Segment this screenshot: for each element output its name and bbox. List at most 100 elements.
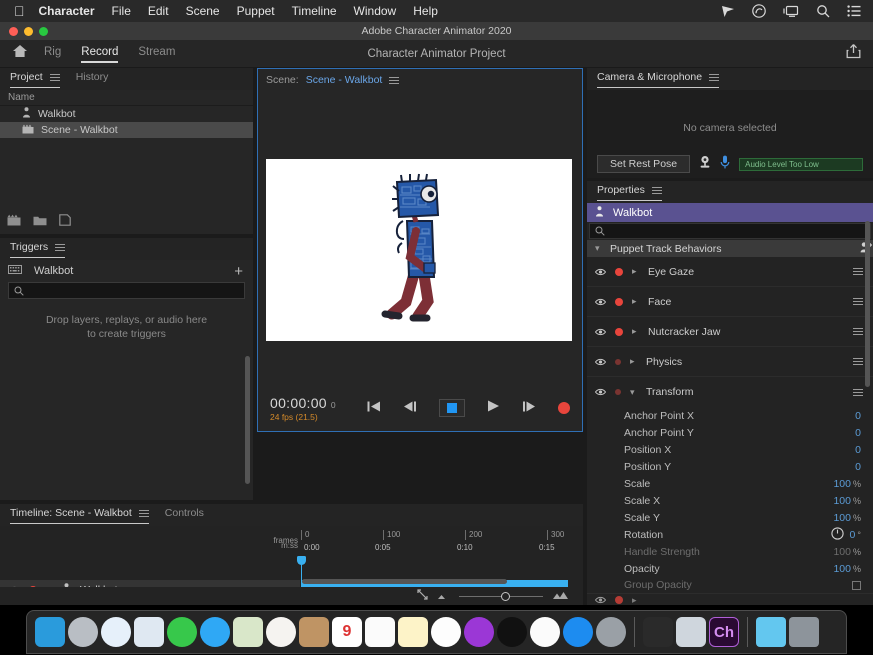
dock-item-downloads-folder[interactable] — [756, 617, 786, 647]
dock-item-image-capture[interactable] — [676, 617, 706, 647]
properties-search-input[interactable] — [589, 223, 871, 239]
dock-item-calendar[interactable]: 9 — [332, 617, 362, 647]
scene-name[interactable]: Scene - Walkbot — [306, 74, 383, 86]
zoom-in-icon[interactable] — [552, 587, 569, 605]
chevron-right-icon[interactable]: ▸ — [632, 595, 639, 606]
home-icon[interactable] — [12, 44, 28, 63]
menu-item-scene[interactable]: Scene — [186, 4, 220, 18]
project-row-walkbot[interactable]: Walkbot — [0, 106, 253, 122]
camera-icon[interactable] — [699, 155, 711, 173]
dock-item-messages[interactable] — [200, 617, 230, 647]
properties-selected-puppet[interactable]: Walkbot — [587, 203, 873, 222]
dock-item-photos[interactable] — [266, 617, 296, 647]
panel-menu-icon[interactable] — [709, 72, 719, 83]
tab-project[interactable]: Project — [10, 71, 60, 87]
behavior-menu-icon[interactable] — [853, 387, 863, 398]
property-value[interactable]: 0 — [855, 410, 861, 422]
dock-item-contacts[interactable] — [299, 617, 329, 647]
menu-item-puppet[interactable]: Puppet — [237, 4, 275, 18]
chevron-right-icon[interactable]: ▸ — [630, 356, 637, 367]
dock-item-maps[interactable] — [233, 617, 263, 647]
panel-menu-icon[interactable] — [389, 75, 399, 86]
property-row-position-y[interactable]: Position Y 0 — [587, 458, 873, 475]
chevron-right-icon[interactable]: ▸ — [632, 326, 639, 337]
record-button[interactable] — [558, 402, 570, 414]
timeline-horizontal-scrollbar[interactable] — [302, 579, 507, 584]
scene-canvas[interactable] — [266, 159, 572, 341]
step-back-button[interactable] — [403, 399, 417, 417]
dock-item-reminders[interactable] — [365, 617, 395, 647]
behavior-menu-icon[interactable] — [853, 266, 863, 277]
chevron-right-icon[interactable]: ▸ — [632, 296, 639, 307]
zoom-out-icon[interactable] — [437, 587, 450, 605]
fit-icon[interactable] — [417, 587, 428, 605]
menu-item-window[interactable]: Window — [354, 4, 397, 18]
eye-icon[interactable] — [595, 388, 606, 396]
go-to-start-button[interactable] — [367, 399, 381, 417]
dock-item-mail[interactable] — [134, 617, 164, 647]
property-value[interactable]: 0 — [850, 529, 856, 541]
arm-record-toggle[interactable] — [615, 328, 623, 336]
menu-item-edit[interactable]: Edit — [148, 4, 169, 18]
triggers-scrollbar[interactable] — [245, 356, 250, 484]
stop-button[interactable] — [439, 399, 465, 417]
behavior-menu-icon[interactable] — [853, 326, 863, 337]
tab-timeline[interactable]: Timeline: Scene - Walkbot — [10, 507, 149, 523]
timeline-zoom-slider[interactable] — [459, 596, 543, 597]
behavior-row-transform[interactable]: ▾ Transform — [587, 377, 873, 407]
dock-item-music[interactable] — [431, 617, 461, 647]
eye-icon[interactable] — [595, 596, 606, 604]
arm-record-toggle[interactable] — [615, 596, 623, 604]
menu-item-help[interactable]: Help — [413, 4, 438, 18]
tab-camera-microphone[interactable]: Camera & Microphone — [597, 71, 719, 87]
eye-icon[interactable] — [595, 358, 606, 366]
set-rest-pose-button[interactable]: Set Rest Pose — [597, 155, 690, 173]
behavior-row-nutcracker-jaw[interactable]: ▸ Nutcracker Jaw — [587, 317, 873, 347]
new-folder-icon[interactable] — [33, 213, 47, 231]
dock-item-launchpad[interactable] — [68, 617, 98, 647]
microphone-icon[interactable] — [720, 155, 730, 174]
property-value[interactable]: 100 — [833, 563, 851, 575]
tab-properties[interactable]: Properties — [597, 184, 662, 200]
property-row-position-x[interactable]: Position X 0 — [587, 441, 873, 458]
behavior-row-eye-gaze[interactable]: ▸ Eye Gaze — [587, 257, 873, 287]
property-value[interactable]: 100 — [833, 495, 851, 507]
dock-item-appstore[interactable] — [563, 617, 593, 647]
workspace-tab-record[interactable]: Record — [81, 46, 118, 61]
dock-item-safari[interactable] — [101, 617, 131, 647]
property-row-rotation[interactable]: Rotation 0 ° — [587, 526, 873, 543]
dock-item-finder[interactable] — [35, 617, 65, 647]
dock-item-character-animator[interactable]: Ch — [709, 617, 739, 647]
zoom-slider-knob[interactable] — [501, 592, 510, 601]
new-item-icon[interactable] — [59, 213, 71, 231]
chevron-down-icon[interactable]: ▾ — [630, 387, 637, 398]
share-icon[interactable] — [846, 43, 861, 64]
triggers-search-input[interactable] — [8, 282, 245, 299]
arm-record-toggle[interactable] — [615, 389, 621, 395]
new-scene-icon[interactable] — [7, 213, 21, 231]
panel-menu-icon[interactable] — [652, 185, 662, 196]
dock-item-trash[interactable] — [789, 617, 819, 647]
timeline-ruler[interactable]: 0 100 200 300 0:00 0:05 0:10 0:15 — [300, 526, 583, 562]
menu-item-character[interactable]: Character — [39, 4, 95, 18]
behavior-menu-icon[interactable] — [853, 296, 863, 307]
arm-record-toggle[interactable] — [615, 298, 623, 306]
group-opacity-checkbox[interactable] — [852, 581, 861, 590]
behavior-row-physics[interactable]: ▸ Physics — [587, 347, 873, 377]
dock-item-facetime[interactable] — [167, 617, 197, 647]
panel-menu-icon[interactable] — [55, 242, 65, 253]
dock-item-notes[interactable] — [398, 617, 428, 647]
property-value[interactable]: 0 — [855, 461, 861, 473]
property-row-scale-x[interactable]: Scale X 100 % — [587, 492, 873, 509]
panel-menu-icon[interactable] — [50, 72, 60, 83]
add-trigger-button[interactable]: + — [234, 264, 243, 279]
dock-item-news[interactable] — [530, 617, 560, 647]
property-value[interactable]: 0 — [855, 444, 861, 456]
transport-timecode[interactable]: 00:00:00 — [270, 395, 327, 411]
behavior-menu-icon[interactable] — [853, 356, 863, 367]
chevron-down-icon[interactable]: ▾ — [595, 243, 602, 254]
dock-item-appletv[interactable] — [497, 617, 527, 647]
property-row-scale-y[interactable]: Scale Y 100 % — [587, 509, 873, 526]
screen-share-icon[interactable] — [783, 5, 799, 18]
apple-logo-icon[interactable]:  — [14, 4, 25, 18]
